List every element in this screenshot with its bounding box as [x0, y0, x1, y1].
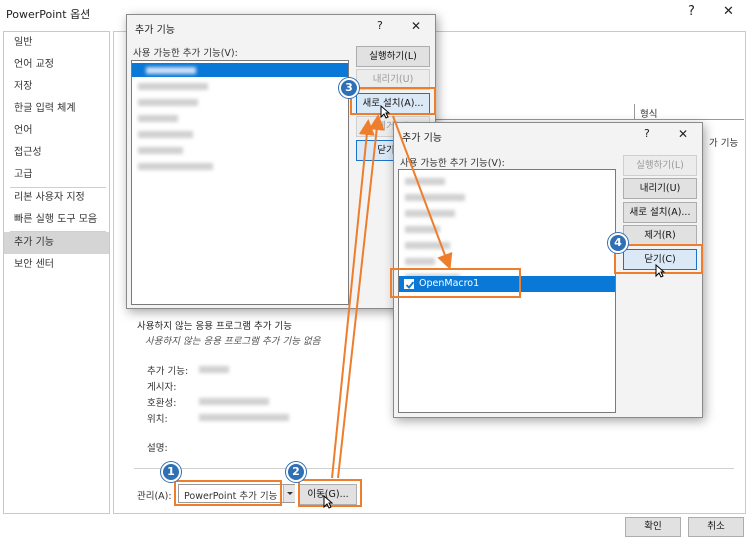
detail-publisher-label: 게시자: — [147, 382, 177, 393]
list-item[interactable] — [138, 147, 183, 154]
mouse-cursor-icon — [655, 264, 665, 278]
close-icon[interactable]: ✕ — [411, 19, 421, 33]
disabled-section-title: 사용하지 않는 응용 프로그램 추가 기능 — [137, 321, 292, 332]
highlight-add-new — [350, 87, 436, 115]
help-icon[interactable]: ? — [377, 19, 383, 33]
step-badge: 3 — [339, 78, 359, 98]
list-item[interactable] — [405, 178, 445, 185]
step-badge: 4 — [608, 233, 628, 253]
sidebar-item-accessibility[interactable]: 접근성 — [4, 142, 109, 164]
column-header-type: 형식 — [640, 109, 658, 120]
main-partial-label: 가 기능 — [709, 138, 739, 149]
sidebar-item-proofing[interactable]: 언어 교정 — [4, 54, 109, 76]
sidebar-item-advanced[interactable]: 고급 — [4, 164, 109, 186]
dialog-title: 추가 기능 — [135, 25, 175, 36]
sidebar-item-customize-ribbon[interactable]: 리본 사용자 지정 — [4, 187, 109, 209]
manage-label: 관리(A): — [137, 491, 172, 502]
list-item[interactable] — [138, 99, 198, 106]
mouse-cursor-icon — [323, 495, 333, 509]
detail-addin-value — [199, 366, 229, 373]
list-item[interactable] — [405, 210, 455, 217]
dialog-title: 추가 기능 — [402, 133, 442, 144]
sidebar-item-general[interactable]: 일반 — [4, 32, 109, 54]
footer-divider — [134, 468, 734, 469]
help-icon[interactable]: ? — [644, 127, 650, 141]
list-item[interactable] — [138, 131, 193, 138]
step-badge: 2 — [286, 462, 306, 482]
highlight-manage — [174, 480, 282, 506]
list-item[interactable] — [405, 258, 435, 265]
column-divider — [634, 104, 635, 120]
mouse-cursor-icon — [380, 105, 390, 119]
detail-location-label: 위치: — [147, 414, 168, 425]
list-item[interactable] — [138, 163, 213, 170]
list-item[interactable] — [405, 194, 465, 201]
available-addins-label: 사용 가능한 추가 기능(V): — [400, 158, 505, 169]
window-title: PowerPoint 옵션 — [6, 8, 91, 21]
sidebar-item-input[interactable]: 한글 입력 체계 — [4, 98, 109, 120]
list-item[interactable] — [405, 242, 450, 249]
detail-location-value — [199, 414, 289, 421]
sidebar-item-quick-access[interactable]: 빠른 실행 도구 모음 — [4, 209, 109, 231]
run-button[interactable]: 실행하기(L) — [356, 46, 430, 67]
run-button[interactable]: 실행하기(L) — [623, 155, 697, 176]
detail-addin-label: 추가 기능: — [147, 366, 189, 377]
close-icon[interactable]: ✕ — [723, 5, 734, 19]
remove-button[interactable]: 제거(R) — [623, 225, 697, 246]
step-badge: 1 — [161, 462, 181, 482]
cancel-button[interactable]: 취소 — [688, 517, 744, 537]
detail-desc-label: 설명: — [147, 443, 168, 454]
detail-compat-value — [199, 398, 269, 405]
addins-dialog-1: 추가 기능 ? ✕ 사용 가능한 추가 기능(V): 실행하기(L) 내리기(U… — [126, 14, 436, 309]
close-icon[interactable]: ✕ — [678, 127, 688, 141]
ok-button[interactable]: 확인 — [625, 517, 681, 537]
add-new-button[interactable]: 새로 설치(A)... — [623, 202, 697, 223]
dropdown-arrow-icon[interactable] — [283, 485, 295, 502]
list-item[interactable] — [138, 83, 208, 90]
help-icon[interactable]: ? — [688, 5, 695, 19]
sidebar: 일반 언어 교정 저장 한글 입력 체계 언어 접근성 고급 리본 사용자 지정… — [3, 31, 110, 514]
list-item[interactable] — [146, 67, 196, 74]
sidebar-item-save[interactable]: 저장 — [4, 76, 109, 98]
sidebar-item-trust-center[interactable]: 보안 센터 — [4, 254, 109, 276]
addins-list[interactable] — [131, 60, 349, 305]
list-item[interactable] — [405, 226, 440, 233]
detail-compat-label: 호환성: — [147, 398, 177, 409]
table-header-row — [414, 104, 744, 120]
list-item[interactable] — [138, 115, 178, 122]
sidebar-item-addins[interactable]: 추가 기능 — [4, 232, 109, 254]
disabled-section-empty: 사용하지 않는 응용 프로그램 추가 기능 없음 — [145, 336, 321, 347]
sidebar-item-language[interactable]: 언어 — [4, 120, 109, 142]
highlight-openmacro — [390, 268, 521, 298]
available-addins-label: 사용 가능한 추가 기능(V): — [133, 48, 238, 59]
unload-button[interactable]: 내리기(U) — [623, 178, 697, 199]
